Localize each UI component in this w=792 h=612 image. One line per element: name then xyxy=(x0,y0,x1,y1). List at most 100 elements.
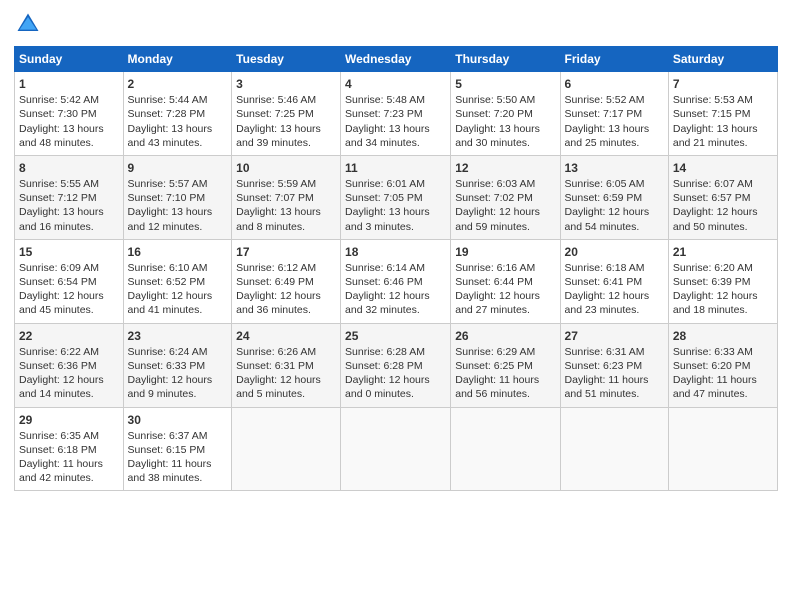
cell-content: Daylight: 13 hours xyxy=(345,122,446,136)
cell-content: Sunrise: 5:48 AM xyxy=(345,93,446,107)
cell-content: Daylight: 13 hours xyxy=(236,205,336,219)
cell-content: Sunset: 6:44 PM xyxy=(455,275,555,289)
calendar-cell: 1Sunrise: 5:42 AMSunset: 7:30 PMDaylight… xyxy=(15,72,124,156)
header-monday: Monday xyxy=(123,47,232,72)
day-number: 21 xyxy=(673,244,773,260)
day-number: 22 xyxy=(19,328,119,344)
cell-content: and 45 minutes. xyxy=(19,303,119,317)
calendar-cell: 4Sunrise: 5:48 AMSunset: 7:23 PMDaylight… xyxy=(341,72,451,156)
cell-content: Sunrise: 6:31 AM xyxy=(565,345,664,359)
header xyxy=(14,10,778,38)
calendar-cell: 20Sunrise: 6:18 AMSunset: 6:41 PMDayligh… xyxy=(560,239,668,323)
cell-content: and 48 minutes. xyxy=(19,136,119,150)
calendar-cell: 21Sunrise: 6:20 AMSunset: 6:39 PMDayligh… xyxy=(668,239,777,323)
cell-content: and 54 minutes. xyxy=(565,220,664,234)
cell-content: Sunrise: 5:53 AM xyxy=(673,93,773,107)
day-number: 8 xyxy=(19,160,119,176)
calendar-cell: 24Sunrise: 6:26 AMSunset: 6:31 PMDayligh… xyxy=(232,323,341,407)
day-number: 24 xyxy=(236,328,336,344)
day-number: 14 xyxy=(673,160,773,176)
cell-content: and 32 minutes. xyxy=(345,303,446,317)
cell-content: Sunrise: 6:09 AM xyxy=(19,261,119,275)
calendar-cell: 30Sunrise: 6:37 AMSunset: 6:15 PMDayligh… xyxy=(123,407,232,491)
cell-content: Sunset: 6:54 PM xyxy=(19,275,119,289)
cell-content: and 0 minutes. xyxy=(345,387,446,401)
cell-content: Daylight: 12 hours xyxy=(455,289,555,303)
cell-content: and 39 minutes. xyxy=(236,136,336,150)
cell-content: and 51 minutes. xyxy=(565,387,664,401)
cell-content: Daylight: 11 hours xyxy=(565,373,664,387)
cell-content: Sunrise: 6:01 AM xyxy=(345,177,446,191)
cell-content: Sunrise: 5:46 AM xyxy=(236,93,336,107)
cell-content: Sunset: 6:52 PM xyxy=(128,275,228,289)
cell-content: Sunset: 6:23 PM xyxy=(565,359,664,373)
header-sunday: Sunday xyxy=(15,47,124,72)
cell-content: Daylight: 13 hours xyxy=(673,122,773,136)
cell-content: Sunrise: 6:20 AM xyxy=(673,261,773,275)
cell-content: Sunset: 6:28 PM xyxy=(345,359,446,373)
page-container: SundayMondayTuesdayWednesdayThursdayFrid… xyxy=(0,0,792,501)
cell-content: Daylight: 13 hours xyxy=(128,205,228,219)
cell-content: Daylight: 12 hours xyxy=(565,289,664,303)
day-number: 13 xyxy=(565,160,664,176)
day-number: 16 xyxy=(128,244,228,260)
cell-content: and 25 minutes. xyxy=(565,136,664,150)
cell-content: Sunrise: 6:22 AM xyxy=(19,345,119,359)
day-number: 11 xyxy=(345,160,446,176)
day-number: 4 xyxy=(345,76,446,92)
cell-content: Daylight: 13 hours xyxy=(128,122,228,136)
cell-content: and 27 minutes. xyxy=(455,303,555,317)
day-number: 5 xyxy=(455,76,555,92)
cell-content: Daylight: 12 hours xyxy=(236,373,336,387)
cell-content: Sunset: 6:41 PM xyxy=(565,275,664,289)
day-number: 25 xyxy=(345,328,446,344)
day-number: 18 xyxy=(345,244,446,260)
cell-content: Sunrise: 6:16 AM xyxy=(455,261,555,275)
cell-content: and 38 minutes. xyxy=(128,471,228,485)
cell-content: Daylight: 12 hours xyxy=(673,289,773,303)
cell-content: Sunset: 7:12 PM xyxy=(19,191,119,205)
cell-content: and 47 minutes. xyxy=(673,387,773,401)
cell-content: Sunrise: 6:12 AM xyxy=(236,261,336,275)
cell-content: and 23 minutes. xyxy=(565,303,664,317)
day-number: 17 xyxy=(236,244,336,260)
day-number: 2 xyxy=(128,76,228,92)
header-thursday: Thursday xyxy=(451,47,560,72)
cell-content: Daylight: 11 hours xyxy=(455,373,555,387)
day-number: 3 xyxy=(236,76,336,92)
calendar-cell: 27Sunrise: 6:31 AMSunset: 6:23 PMDayligh… xyxy=(560,323,668,407)
calendar-week-row: 29Sunrise: 6:35 AMSunset: 6:18 PMDayligh… xyxy=(15,407,778,491)
cell-content: Daylight: 13 hours xyxy=(19,122,119,136)
calendar-cell: 29Sunrise: 6:35 AMSunset: 6:18 PMDayligh… xyxy=(15,407,124,491)
cell-content: Sunrise: 5:42 AM xyxy=(19,93,119,107)
cell-content: Sunset: 6:49 PM xyxy=(236,275,336,289)
cell-content: and 21 minutes. xyxy=(673,136,773,150)
calendar-week-row: 15Sunrise: 6:09 AMSunset: 6:54 PMDayligh… xyxy=(15,239,778,323)
calendar-cell: 17Sunrise: 6:12 AMSunset: 6:49 PMDayligh… xyxy=(232,239,341,323)
header-saturday: Saturday xyxy=(668,47,777,72)
calendar-cell: 7Sunrise: 5:53 AMSunset: 7:15 PMDaylight… xyxy=(668,72,777,156)
calendar-cell xyxy=(341,407,451,491)
day-number: 20 xyxy=(565,244,664,260)
cell-content: Daylight: 12 hours xyxy=(236,289,336,303)
cell-content: and 41 minutes. xyxy=(128,303,228,317)
day-number: 26 xyxy=(455,328,555,344)
cell-content: Daylight: 13 hours xyxy=(19,205,119,219)
cell-content: Daylight: 12 hours xyxy=(455,205,555,219)
calendar-cell xyxy=(451,407,560,491)
cell-content: Sunset: 7:10 PM xyxy=(128,191,228,205)
header-tuesday: Tuesday xyxy=(232,47,341,72)
logo xyxy=(14,10,46,38)
cell-content: Daylight: 12 hours xyxy=(128,373,228,387)
cell-content: Sunset: 6:31 PM xyxy=(236,359,336,373)
cell-content: Sunrise: 6:33 AM xyxy=(673,345,773,359)
cell-content: Sunrise: 6:29 AM xyxy=(455,345,555,359)
cell-content: Sunset: 7:23 PM xyxy=(345,107,446,121)
day-number: 23 xyxy=(128,328,228,344)
cell-content: Sunset: 6:57 PM xyxy=(673,191,773,205)
cell-content: Sunrise: 6:28 AM xyxy=(345,345,446,359)
cell-content: and 34 minutes. xyxy=(345,136,446,150)
cell-content: Sunset: 7:02 PM xyxy=(455,191,555,205)
cell-content: and 14 minutes. xyxy=(19,387,119,401)
cell-content: Sunrise: 6:24 AM xyxy=(128,345,228,359)
